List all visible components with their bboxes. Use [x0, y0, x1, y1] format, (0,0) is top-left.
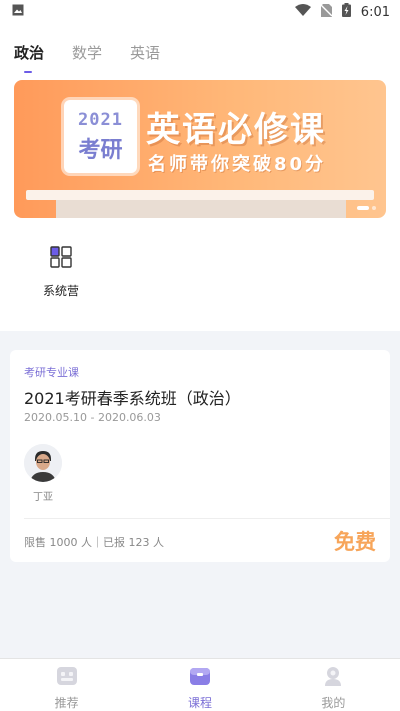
course-title: 2021考研春季系统班（政治） [24, 389, 241, 408]
price-label: 免费 [334, 530, 376, 554]
nav-profile[interactable]: 我的 [267, 659, 400, 711]
tab-politics[interactable]: 政治 [14, 42, 44, 73]
banner-title: 英语必修课 [146, 110, 326, 150]
gallery-notification-icon [12, 4, 24, 20]
header-area: 政治 数学 英语 2021 考研 英语必修课 名师带你突破80分 系统营 [0, 24, 400, 331]
banner-badge: 2021 考研 [64, 100, 137, 173]
avatar [24, 444, 62, 482]
teacher[interactable]: 丁亚 [24, 444, 62, 503]
banner-subtitle: 名师带你突破80分 [148, 154, 327, 175]
recommend-icon [56, 665, 78, 691]
nav-course[interactable]: 课程 [133, 659, 266, 711]
status-time: 6:01 [360, 4, 390, 20]
badge-year: 2021 [78, 109, 123, 130]
course-tag: 考研专业课 [24, 366, 79, 379]
promo-banner[interactable]: 2021 考研 英语必修课 名师带你突破80分 [14, 80, 386, 218]
subject-tabs: 政治 数学 英语 [14, 42, 160, 73]
no-sim-icon [320, 3, 333, 21]
divider [24, 518, 390, 519]
banner-decoration-base [56, 200, 346, 218]
grid-icon [50, 246, 72, 272]
teacher-name: 丁亚 [33, 492, 53, 503]
pager-dot-active [357, 206, 369, 210]
course-icon [189, 665, 211, 691]
pager-dot [372, 206, 376, 210]
nav-recommend[interactable]: 推荐 [0, 659, 133, 711]
entry-label: 系统营 [42, 284, 79, 298]
status-bar: 6:01 [0, 0, 400, 24]
entry-system-camp[interactable]: 系统营 [38, 246, 84, 299]
battery-charging-icon [341, 3, 351, 21]
course-card[interactable]: 考研专业课 2021考研春季系统班（政治） 2020.05.10 - 2020.… [10, 350, 390, 562]
tab-english[interactable]: 英语 [130, 42, 160, 63]
wifi-icon [294, 4, 311, 20]
enrollment-info: 限售 1000 人｜已报 123 人 [24, 536, 164, 549]
profile-icon [322, 665, 344, 691]
bottom-nav: 推荐 课程 我的 [0, 658, 400, 711]
badge-text: 考研 [78, 137, 123, 163]
active-tab-indicator [24, 71, 32, 73]
tab-math[interactable]: 数学 [72, 42, 102, 63]
course-dates: 2020.05.10 - 2020.06.03 [24, 411, 161, 424]
banner-decoration-bar [26, 190, 374, 200]
banner-pager [357, 206, 376, 210]
status-icons: 6:01 [294, 3, 390, 21]
